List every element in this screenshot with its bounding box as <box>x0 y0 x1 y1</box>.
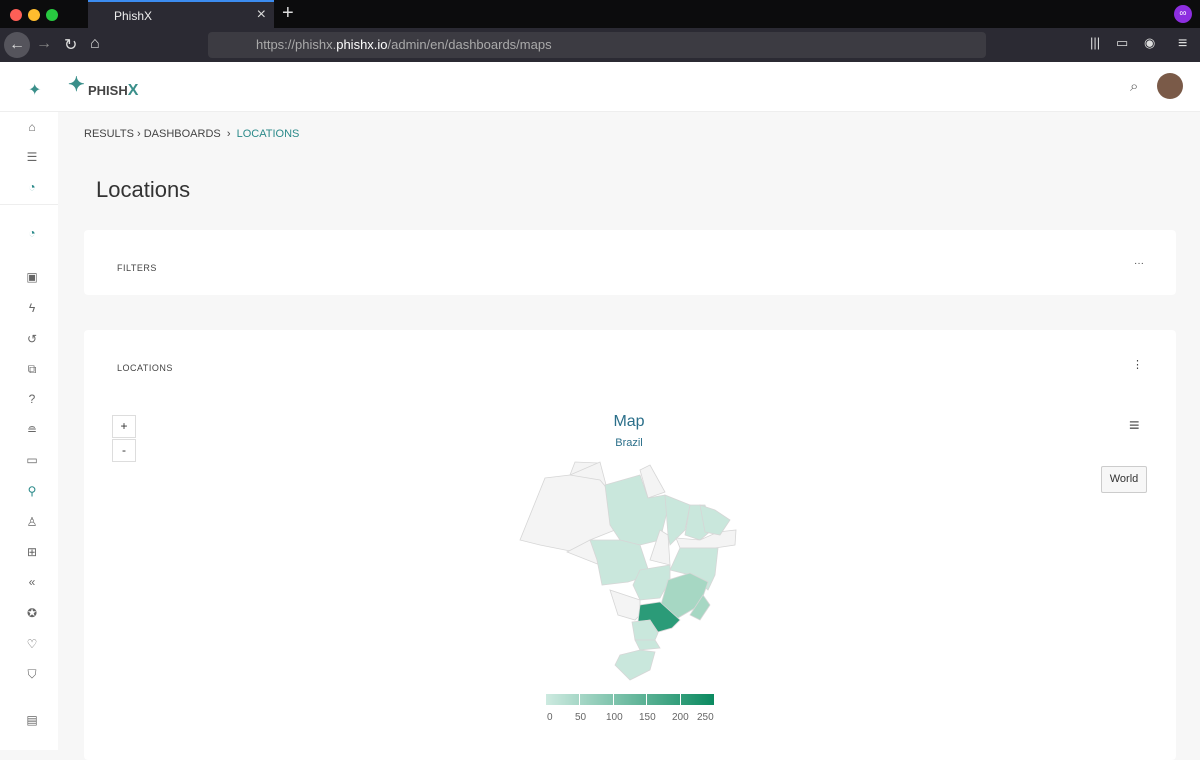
legend-tick: 100 <box>606 712 623 723</box>
legend-tick: 150 <box>639 712 656 723</box>
legend-tick: 250 <box>697 712 714 723</box>
color-legend <box>546 694 714 705</box>
map-region[interactable] <box>614 649 656 681</box>
map-region[interactable] <box>664 494 691 546</box>
brazil-map <box>519 461 737 681</box>
legend-tick: 0 <box>547 712 553 723</box>
map-region[interactable] <box>609 589 641 621</box>
map-region[interactable] <box>634 639 661 651</box>
legend-tick: 50 <box>575 712 587 723</box>
legend-tick: 200 <box>672 712 689 723</box>
map-region[interactable] <box>699 504 731 536</box>
